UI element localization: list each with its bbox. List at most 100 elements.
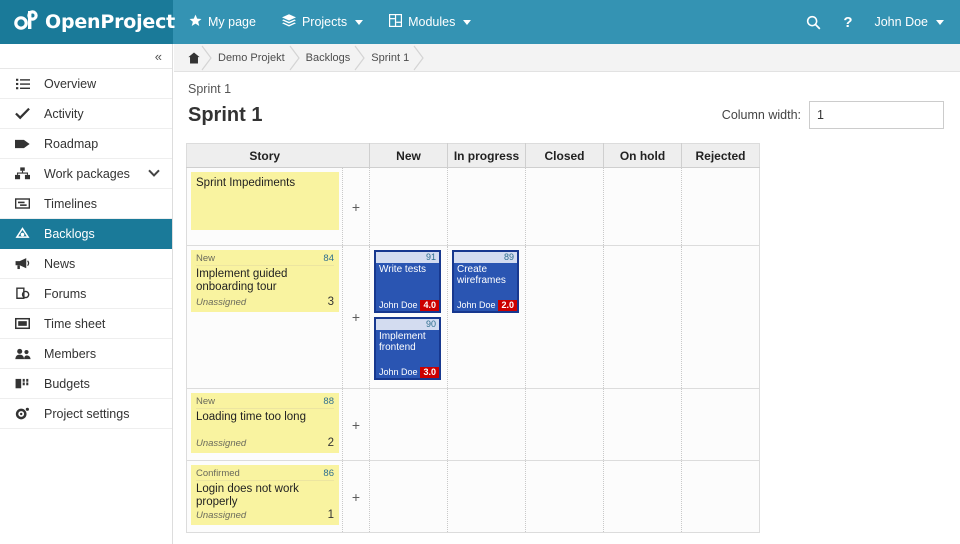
timelines-icon bbox=[14, 197, 31, 210]
sidebar-item-overview[interactable]: Overview bbox=[0, 69, 172, 99]
story-card-header: Confirmed86 bbox=[196, 468, 334, 481]
story-cell: Sprint Impediments bbox=[187, 168, 343, 246]
breadcrumb-label: Backlogs bbox=[306, 52, 351, 64]
story-points: 2 bbox=[328, 437, 334, 449]
logo-home-link[interactable]: OpenProject bbox=[0, 0, 173, 44]
task-cell-closed[interactable] bbox=[526, 389, 604, 461]
story-subject: Login does not work properly bbox=[196, 483, 334, 509]
story-assignee: Unassigned bbox=[196, 438, 246, 449]
sidebar-item-project-settings[interactable]: Project settings bbox=[0, 399, 172, 429]
taskboard-body: Sprint Impediments+New84Implement guided… bbox=[187, 168, 760, 533]
add-task-button[interactable]: + bbox=[343, 461, 370, 533]
chevron-down-icon[interactable] bbox=[148, 168, 160, 180]
task-cell-new[interactable] bbox=[370, 389, 448, 461]
add-task-button[interactable]: + bbox=[343, 246, 370, 389]
task-cell-closed[interactable] bbox=[526, 168, 604, 246]
story-id[interactable]: 86 bbox=[323, 468, 334, 479]
task-cell-rejected[interactable] bbox=[682, 168, 760, 246]
task-cell-on-hold[interactable] bbox=[604, 389, 682, 461]
task-cell-new[interactable]: 91Write testsJohn Doe4.090Implement fron… bbox=[370, 246, 448, 389]
sidebar-item-label: Time sheet bbox=[44, 317, 105, 331]
task-card[interactable]: 90Implement frontendJohn Doe3.0 bbox=[374, 317, 441, 380]
user-menu-label: John Doe bbox=[874, 15, 928, 29]
task-cell-in-progress[interactable] bbox=[448, 461, 526, 533]
add-task-button[interactable]: + bbox=[343, 168, 370, 246]
column-header-rejected: Rejected bbox=[682, 144, 760, 168]
backlogs-icon bbox=[14, 227, 31, 240]
sidebar-item-roadmap[interactable]: Roadmap bbox=[0, 129, 172, 159]
top-nav-projects[interactable]: Projects bbox=[282, 14, 363, 30]
task-id[interactable]: 89 bbox=[504, 253, 514, 262]
search-icon[interactable] bbox=[806, 15, 821, 30]
task-cell-rejected[interactable] bbox=[682, 389, 760, 461]
chevron-down-icon bbox=[936, 20, 944, 25]
top-nav-my-page[interactable]: My page bbox=[189, 14, 256, 30]
column-header-closed: Closed bbox=[526, 144, 604, 168]
column-width-control: Column width: bbox=[722, 101, 944, 129]
task-cell-on-hold[interactable] bbox=[604, 168, 682, 246]
task-cell-in-progress[interactable]: 89Create wireframesJohn Doe2.0 bbox=[448, 246, 526, 389]
task-card[interactable]: 89Create wireframesJohn Doe2.0 bbox=[452, 250, 519, 313]
sidebar-item-budgets[interactable]: Budgets bbox=[0, 369, 172, 399]
page-header: Sprint 1 Sprint 1 Column width: bbox=[174, 72, 960, 129]
task-hours-badge: 4.0 bbox=[420, 300, 439, 311]
task-cell-new[interactable] bbox=[370, 461, 448, 533]
task-cell-new[interactable] bbox=[370, 168, 448, 246]
task-cell-rejected[interactable] bbox=[682, 461, 760, 533]
home-icon[interactable] bbox=[186, 44, 208, 72]
story-subject: Loading time too long bbox=[196, 411, 334, 424]
story-card[interactable]: Confirmed86Login does not work properlyU… bbox=[191, 465, 339, 525]
task-cell-in-progress[interactable] bbox=[448, 389, 526, 461]
add-task-button[interactable]: + bbox=[343, 389, 370, 461]
top-nav-modules[interactable]: Modules bbox=[389, 14, 471, 30]
task-assignee: John Doe bbox=[457, 300, 496, 311]
help-question-icon[interactable]: ? bbox=[843, 14, 852, 31]
story-card[interactable]: New84Implement guided onboarding tourUna… bbox=[191, 250, 339, 312]
column-width-input[interactable] bbox=[809, 101, 944, 129]
task-cell-on-hold[interactable] bbox=[604, 246, 682, 389]
sidebar-item-work-packages[interactable]: Work packages bbox=[0, 159, 172, 189]
story-subject: Sprint Impediments bbox=[196, 177, 334, 190]
breadcrumb-item-backlogs[interactable]: Backlogs bbox=[296, 44, 362, 72]
logo-text: OpenProject bbox=[45, 11, 175, 33]
story-id[interactable]: 88 bbox=[323, 396, 334, 407]
user-menu[interactable]: John Doe bbox=[874, 15, 944, 29]
breadcrumb-item-project[interactable]: Demo Projekt bbox=[208, 44, 296, 72]
task-id[interactable]: 91 bbox=[426, 253, 436, 262]
sidebar-item-time-sheet[interactable]: Time sheet bbox=[0, 309, 172, 339]
task-cell-on-hold[interactable] bbox=[604, 461, 682, 533]
breadcrumb-item-sprint[interactable]: Sprint 1 bbox=[361, 44, 420, 72]
task-card[interactable]: 91Write testsJohn Doe4.0 bbox=[374, 250, 441, 313]
top-nav-items: My page Projects M bbox=[173, 0, 471, 44]
work-packages-icon bbox=[14, 167, 31, 180]
star-icon bbox=[189, 14, 202, 30]
task-cell-in-progress[interactable] bbox=[448, 168, 526, 246]
story-card[interactable]: New88Loading time too longUnassigned2 bbox=[191, 393, 339, 453]
collapse-sidebar-icon[interactable]: « bbox=[155, 50, 162, 63]
taskboard-header-row: Story New In progress Closed On hold Rej… bbox=[187, 144, 760, 168]
task-assignee: John Doe bbox=[379, 300, 418, 311]
taskboard-row: New88Loading time too longUnassigned2+ bbox=[187, 389, 760, 461]
story-card[interactable]: Sprint Impediments bbox=[191, 172, 339, 230]
task-cell-rejected[interactable] bbox=[682, 246, 760, 389]
sidebar-item-label: News bbox=[44, 257, 75, 271]
top-nav-projects-label: Projects bbox=[302, 15, 347, 29]
members-icon bbox=[14, 348, 31, 360]
story-card-header: New 84 bbox=[196, 253, 334, 266]
taskboard-row: Sprint Impediments + bbox=[187, 168, 760, 246]
sidebar-item-timelines[interactable]: Timelines bbox=[0, 189, 172, 219]
story-status: New bbox=[196, 253, 215, 264]
sidebar-item-backlogs[interactable]: Backlogs bbox=[0, 219, 172, 249]
sidebar-item-label: Roadmap bbox=[44, 137, 98, 151]
sidebar-item-members[interactable]: Members bbox=[0, 339, 172, 369]
sidebar-item-forums[interactable]: Forums bbox=[0, 279, 172, 309]
task-cell-closed[interactable] bbox=[526, 461, 604, 533]
task-id[interactable]: 90 bbox=[426, 320, 436, 329]
sidebar-item-activity[interactable]: Activity bbox=[0, 99, 172, 129]
sidebar-item-label: Work packages bbox=[44, 167, 130, 181]
story-cell: New84Implement guided onboarding tourUna… bbox=[187, 246, 343, 389]
sidebar-item-news[interactable]: News bbox=[0, 249, 172, 279]
task-cell-closed[interactable] bbox=[526, 246, 604, 389]
sidebar-item-label: Members bbox=[44, 347, 96, 361]
story-id[interactable]: 84 bbox=[323, 253, 334, 264]
